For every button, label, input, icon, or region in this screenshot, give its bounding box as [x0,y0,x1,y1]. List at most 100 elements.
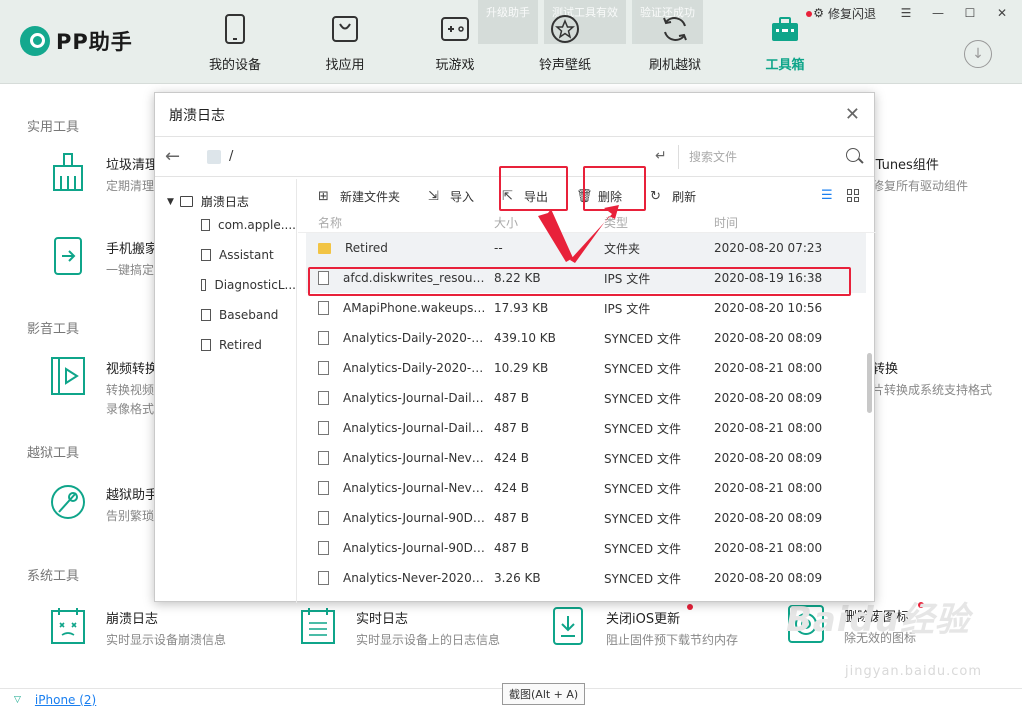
nav-games[interactable]: 玩游戏 [400,12,510,76]
cell-size: 8.22 KB [494,271,541,285]
import-icon: ⇲ [428,188,439,204]
cell-size: 487 B [494,511,529,525]
tool-realtime-log[interactable]: 实时日志 实时显示设备上的日志信息 [298,606,500,648]
tool-desc: 实时显示设备崩溃信息 [106,633,227,647]
table-row[interactable]: Analytics-Daily-2020-08... 10.29 KB SYNCED… [306,353,866,383]
tool-desc: 定期清理 [106,179,155,193]
app-logo[interactable]: PP助手 [20,26,133,56]
tool-crash-log[interactable]: 崩溃日志 实时显示设备崩溃信息 [48,606,226,648]
column-header-time[interactable]: 时间 [706,214,846,231]
cell-name: Analytics-Journal-Never... [306,481,486,495]
back-arrow-icon[interactable]: ← [165,146,189,167]
column-header-type[interactable]: 类型 [596,214,706,231]
nav-label: 我的设备 [208,58,261,73]
new-folder-button[interactable]: ⊞ 新建文件夹 [318,188,400,205]
tool-junk-clean[interactable]: 垃圾清理 定期清理 [48,152,158,194]
tool-name: 越狱助手 [106,488,159,503]
search-input[interactable] [689,150,839,164]
export-icon: ⇱ [502,188,513,204]
tool-phone-move[interactable]: 手机搬家 一键搞定 [48,236,158,278]
table-row[interactable]: Analytics-Journal-Never... 424 B SYNCED 文件… [306,443,866,473]
cell-time: 2020-08-21 08:00 [714,481,823,495]
folder-icon [179,196,193,207]
file-icon [201,339,211,351]
cell-size: 10.29 KB [494,361,549,375]
import-button[interactable]: ⇲ 导入 [428,188,474,205]
menu-button[interactable]: ☰ [894,4,918,22]
close-button[interactable]: ✕ [990,4,1014,22]
table-body: Retired -- 文件夹 2020-08-20 07:23 afcd.diskwri… [298,233,876,593]
file-icon [201,219,210,231]
tree-item[interactable]: DiagnosticL... [155,270,296,300]
nav-label: 刷机越狱 [648,58,701,73]
cell-type: 文件夹 [604,241,641,256]
maximize-button[interactable]: ☐ [958,4,982,22]
collapse-arrow-icon[interactable]: ▽ [14,695,21,705]
cell-type: SYNCED 文件 [604,571,681,586]
broom-icon [48,152,88,192]
table-row[interactable]: Retired -- 文件夹 2020-08-20 07:23 [306,233,866,263]
tree-item[interactable]: Baseband [155,300,296,330]
file-name: Analytics-Journal-Daily-... [343,421,486,435]
tree-item-label: Retired [219,338,262,352]
nav-find-apps[interactable]: 找应用 [290,12,400,76]
table-row[interactable]: AMapiPhone.wakeups_r... 17.93 KB IPS 文件 202… [306,293,866,323]
repair-crash-button[interactable]: ⚙ 修复闪退 [813,5,876,22]
table-row[interactable]: afcd.diskwrites_resourc... 8.22 KB IPS 文件 2… [306,263,866,293]
tool-desc: 录像格式 [106,402,155,416]
table-row[interactable]: Analytics-Journal-Never... 424 B SYNCED 文件… [306,473,866,503]
cell-time: 2020-08-21 08:00 [714,541,823,555]
search-icon[interactable] [846,148,860,162]
cell-size: 424 B [494,451,529,465]
cell-size: -- [494,241,503,255]
button-label: 导入 [450,189,475,204]
minimize-button[interactable]: — [926,4,950,22]
category-utility: 实用工具 [27,120,80,135]
file-name: Retired [345,241,388,255]
grid-view-icon[interactable] [847,189,860,202]
dialog-close-icon[interactable]: ✕ [845,104,860,125]
nav-jailbreak[interactable]: 刷机越狱 [620,12,730,76]
cell-type: IPS 文件 [604,301,651,316]
enter-icon[interactable]: ↵ [655,148,667,164]
cell-name: Analytics-Daily-2020-08... [306,361,486,375]
realtime-log-icon [298,606,338,646]
cell-time: 2020-08-20 08:09 [714,511,823,525]
tree-item-label: Assistant [219,248,274,262]
tree-root-crash-log[interactable]: ▼ 崩溃日志 [155,179,296,210]
device-link[interactable]: iPhone (2) [35,693,96,707]
tree-item[interactable]: Retired [155,330,296,360]
list-view-icon[interactable]: ☰ [821,189,835,202]
tool-video-convert[interactable]: 视频转换 转换视频 录像格式 [48,356,158,417]
export-button[interactable]: ⇱ 导出 [502,188,548,205]
tool-disable-ios-update[interactable]: 关闭iOS更新 阻止固件预下载节约内存 [548,604,738,648]
refresh-button[interactable]: ↻ 刷新 [650,188,696,205]
cell-size: 17.93 KB [494,301,549,315]
scrollbar[interactable] [867,353,872,413]
cell-name: Analytics-Journal-Daily-... [306,421,486,435]
nav-label: 工具箱 [765,58,805,73]
table-row[interactable]: Analytics-Journal-Daily-... 487 B SYNCED 文… [306,383,866,413]
file-icon [201,249,211,261]
tree-item[interactable]: Assistant [155,240,296,270]
nav-ringtones[interactable]: 铃声壁纸 [510,12,620,76]
nav-my-device[interactable]: 我的设备 [180,12,290,76]
column-header-size[interactable]: 大小 [486,214,596,231]
file-icon [318,391,329,405]
cell-type: SYNCED 文件 [604,481,681,496]
tree-item[interactable]: com.apple.... [155,210,296,240]
cell-name: Retired [306,241,486,255]
column-header-name[interactable]: 名称 [298,214,486,231]
table-row[interactable]: Analytics-Daily-2020-08... 439.10 KB SYNCE… [306,323,866,353]
table-row[interactable]: Analytics-Journal-90Day... 487 B SYNCED 文件… [306,533,866,563]
table-row[interactable]: Analytics-Journal-90Day... 487 B SYNCED 文件… [306,503,866,533]
table-row[interactable]: Analytics-Journal-Daily-... 487 B SYNCED 文… [306,413,866,443]
download-icon[interactable]: ↓ [964,40,992,68]
delete-button[interactable]: 🗑 删除 [576,188,622,205]
tool-jailbreak-helper[interactable]: 越狱助手 告别繁琐 [48,482,158,524]
expand-arrow-icon[interactable]: ▼ [167,197,174,207]
cell-time: 2020-08-20 08:09 [714,391,823,405]
table-row[interactable]: Analytics-Never-2020-0... 3.26 KB SYNCED 文… [306,563,866,593]
watermark-url: jingyan.baidu.com [845,664,982,679]
search-box [678,145,866,169]
